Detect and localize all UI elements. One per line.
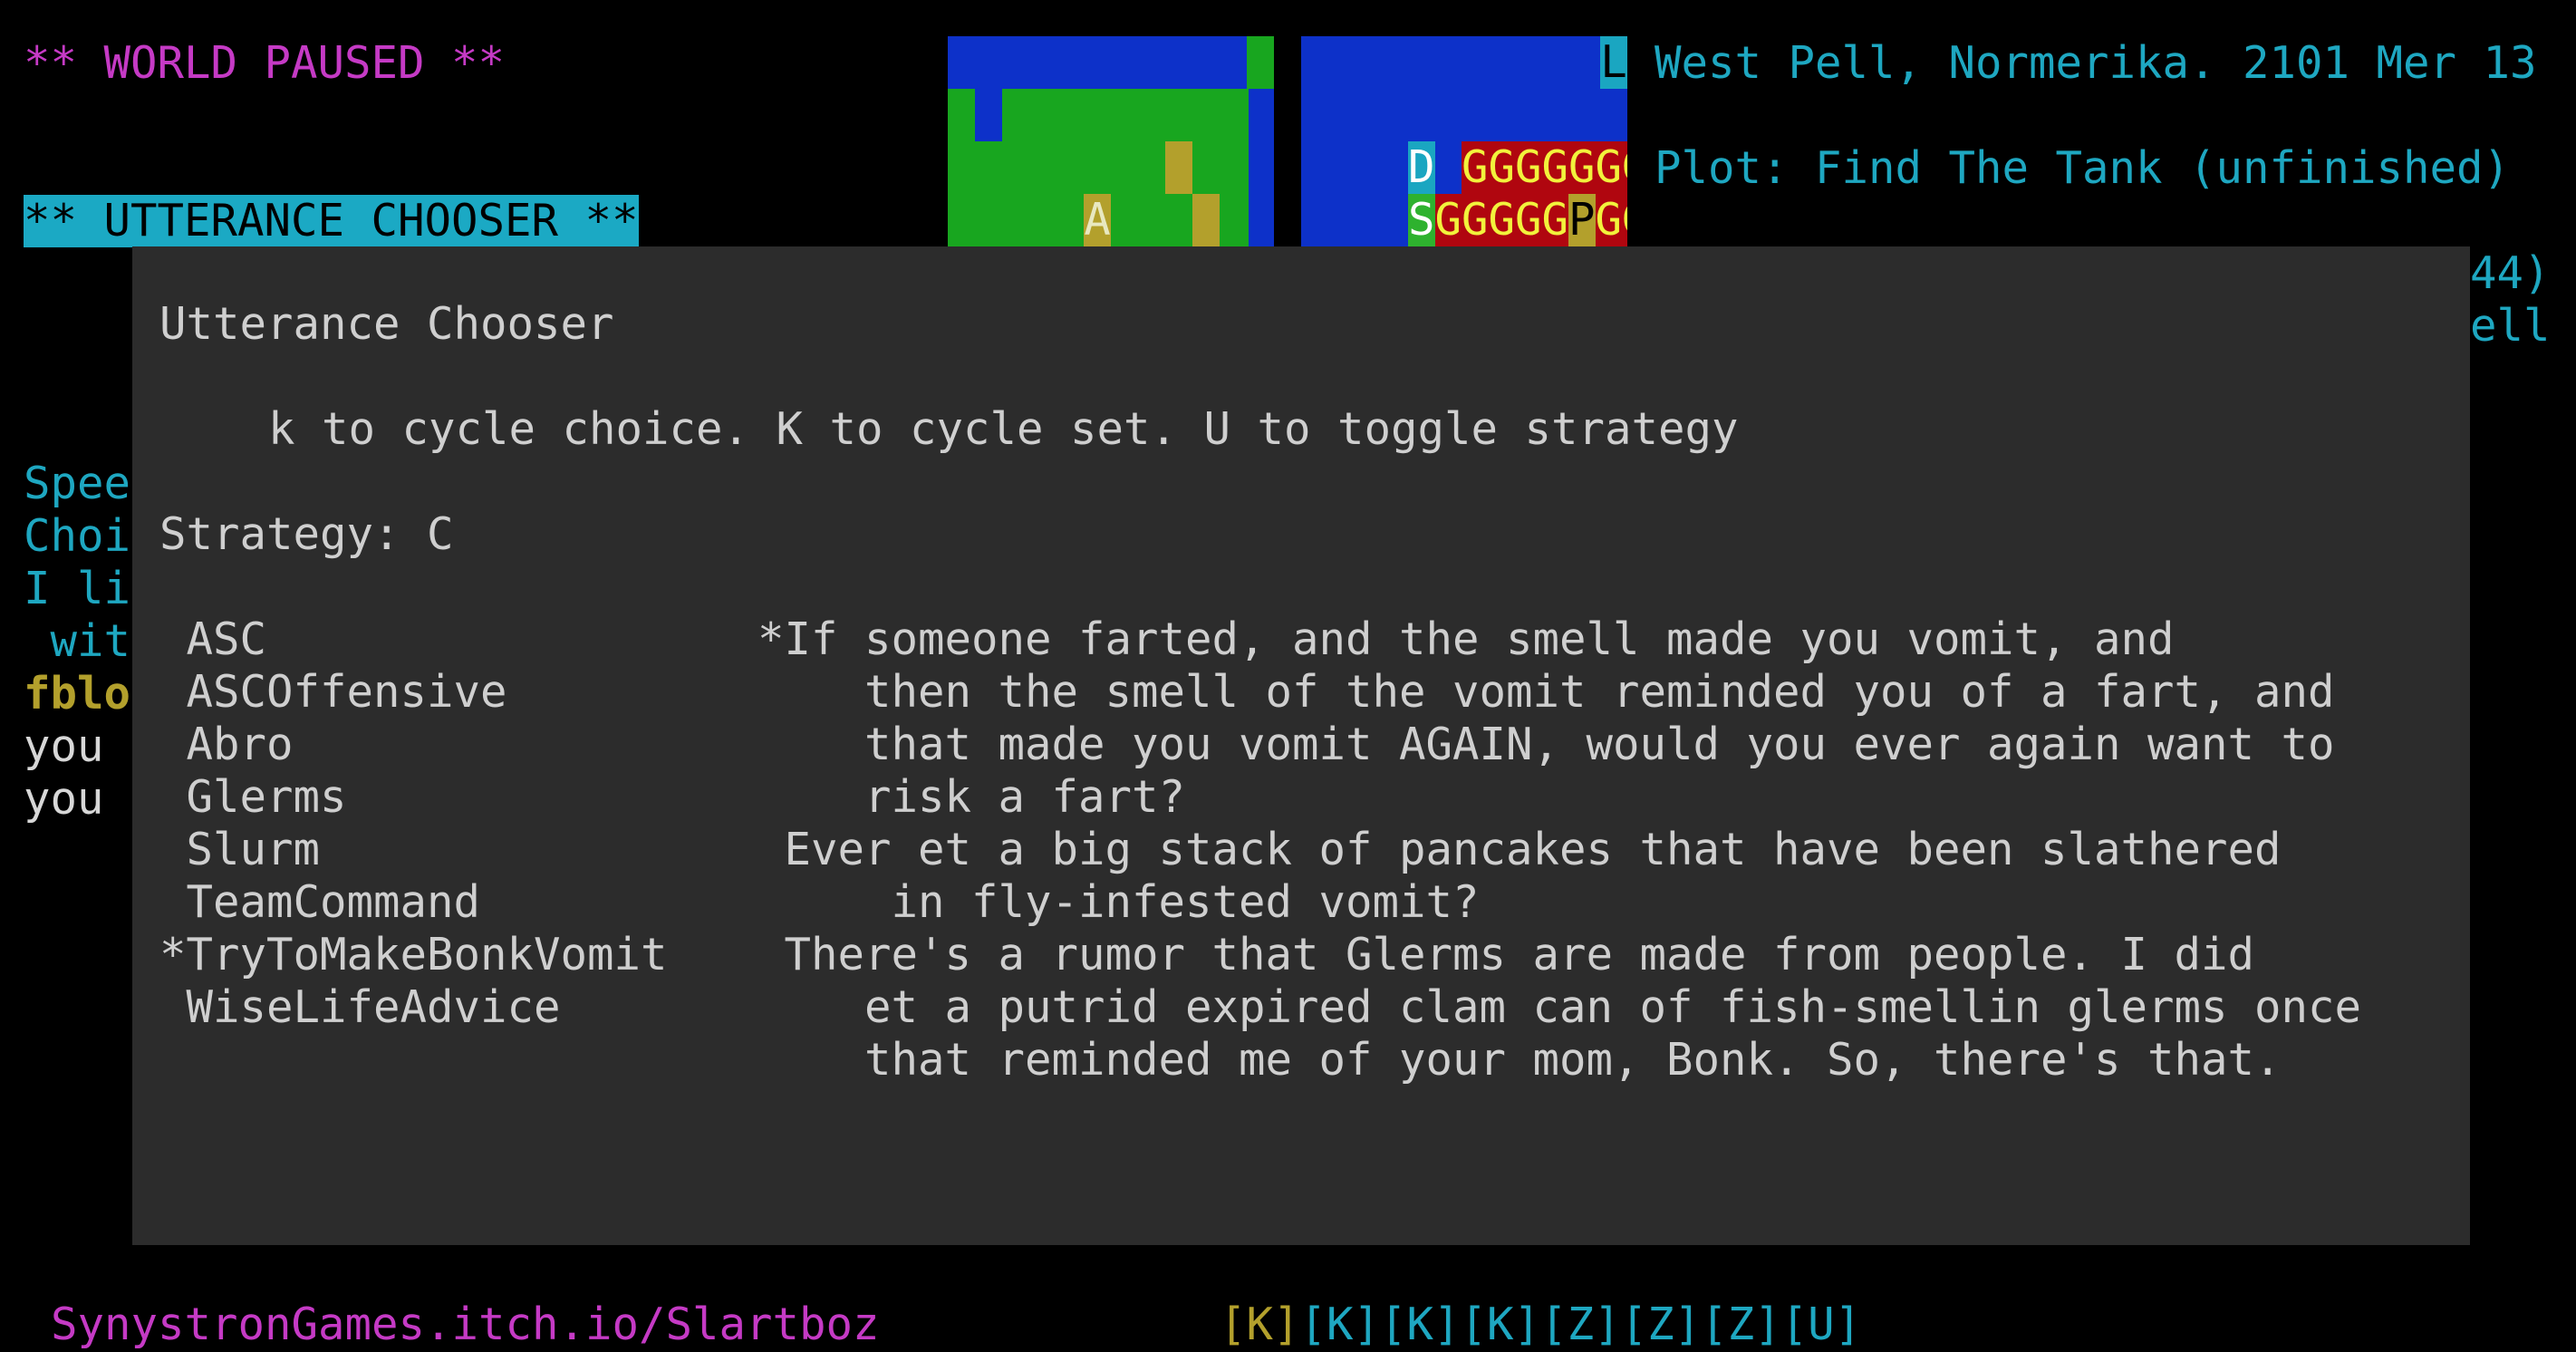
- tile-row-1: L: [1600, 36, 1627, 89]
- utterance-3-line-2[interactable]: et a putrid expired clam can of fish-sme…: [757, 981, 2361, 1034]
- minimap-player-marker: A: [1084, 194, 1111, 246]
- plot-status: Plot: Find The Tank (unfinished): [1655, 142, 2511, 194]
- dialog-title: Utterance Chooser: [159, 298, 614, 350]
- set-item-ascoffensive[interactable]: ASCOffensive: [159, 666, 507, 719]
- set-item-wiselifeadvice[interactable]: WiseLifeAdvice: [159, 981, 561, 1034]
- utterance-2-line-2[interactable]: in fly-infested vomit?: [757, 876, 1480, 929]
- dialog-instructions: k to cycle choice. K to cycle set. U to …: [268, 403, 1739, 455]
- utterance-1-line-1[interactable]: *If someone farted, and the smell made y…: [757, 613, 2175, 666]
- right-fragment-1: 44): [2470, 247, 2551, 299]
- tile-minimap: L D GGGGGGGGPL SGGGGGPGGLD HLSGGLKKKLG: [1301, 36, 1627, 246]
- bg-line-4: wit: [24, 615, 131, 667]
- utterance-1-line-2[interactable]: then the smell of the vomit reminded you…: [757, 666, 2335, 719]
- utterance-2-line-1[interactable]: Ever et a big stack of pancakes that hav…: [757, 824, 2282, 876]
- key-history: [K][K][K][K][Z][Z][Z][U]: [1220, 1299, 1861, 1351]
- key-5: [Z]: [1540, 1299, 1621, 1350]
- utterance-3-line-1[interactable]: There's a rumor that Glerms are made fro…: [757, 929, 2255, 981]
- itch-link[interactable]: SynystronGames.itch.io/Slartboz: [51, 1299, 880, 1351]
- world-paused-status: ** WORLD PAUSED **: [24, 37, 506, 89]
- set-item-asc[interactable]: ASC: [159, 613, 267, 666]
- right-fragment-2: ell: [2470, 300, 2551, 352]
- key-3: [K]: [1380, 1299, 1461, 1350]
- utterance-3-line-3[interactable]: that reminded me of your mom, Bonk. So, …: [757, 1034, 2282, 1086]
- bg-line-6: you: [24, 720, 104, 772]
- terrain-minimap: A: [948, 36, 1274, 246]
- key-6: [Z]: [1620, 1299, 1702, 1350]
- utterance-chooser-banner: ** UTTERANCE CHOOSER **: [24, 195, 639, 247]
- utterance-1-line-4[interactable]: risk a fart?: [757, 771, 1185, 824]
- set-item-teamcommand[interactable]: TeamCommand: [159, 876, 481, 929]
- set-item-glerms[interactable]: Glerms: [159, 771, 347, 824]
- set-item-trytomakebonkvomit[interactable]: *TryToMakeBonkVomit: [159, 929, 668, 981]
- location-date: West Pell, Normerika. 2101 Mer 13: [1655, 37, 2537, 89]
- key-1: [K]: [1220, 1299, 1300, 1350]
- tile-row-4: HLSGGLKKKLG: [1301, 194, 1627, 246]
- bg-line-choice: Choi: [24, 510, 131, 562]
- utterance-chooser-dialog: Utterance Chooser k to cycle choice. K t…: [132, 246, 2470, 1245]
- set-item-abro[interactable]: Abro: [159, 719, 294, 771]
- bg-line-5: fblo: [24, 668, 131, 719]
- key-4: [K]: [1460, 1299, 1541, 1350]
- set-item-slurm[interactable]: Slurm: [159, 824, 321, 876]
- key-2: [K]: [1299, 1299, 1381, 1350]
- utterance-1-line-3[interactable]: that made you vomit AGAIN, would you eve…: [757, 719, 2335, 771]
- key-8: [U]: [1780, 1299, 1862, 1350]
- bg-line-3: I li: [24, 563, 131, 614]
- bg-line-7: you: [24, 773, 104, 825]
- bg-line-speech: Spee: [24, 458, 131, 509]
- key-7: [Z]: [1701, 1299, 1781, 1350]
- strategy-label[interactable]: Strategy: C: [159, 508, 454, 561]
